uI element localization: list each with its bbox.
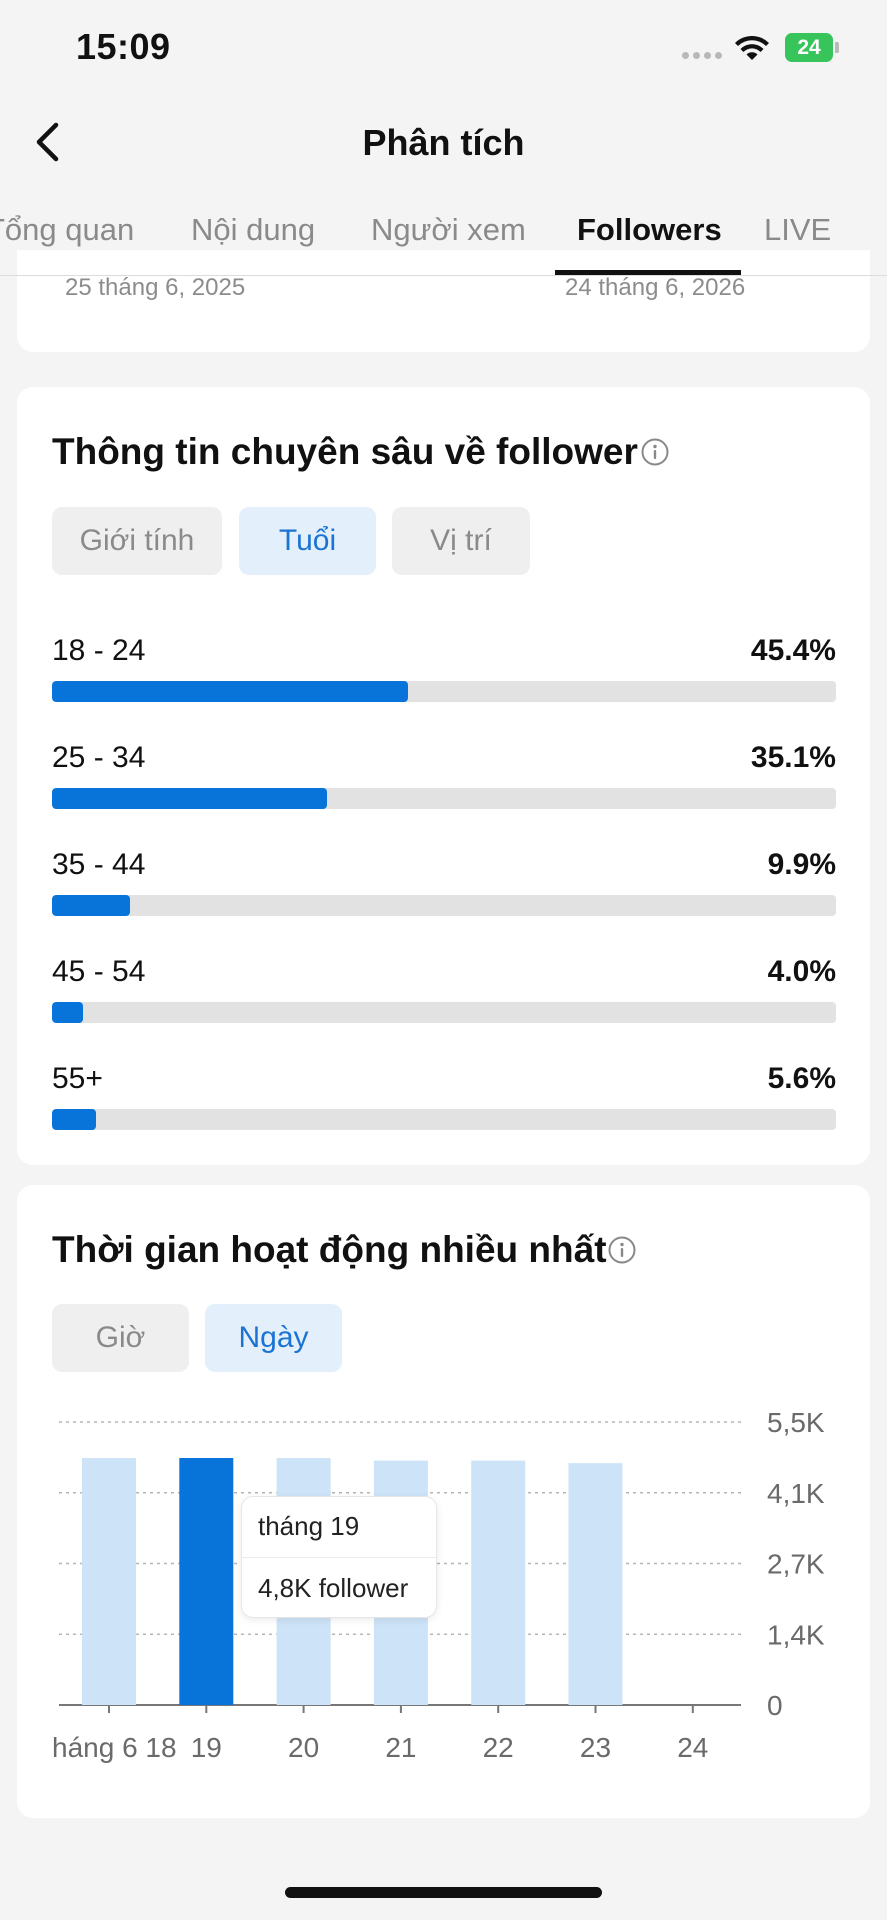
x-tick-label: háng 6 18: [52, 1732, 177, 1763]
age-bar-fill: [52, 1109, 96, 1130]
x-tick-label: 20: [288, 1732, 319, 1763]
age-bar-fill: [52, 681, 408, 702]
chart-bar: [471, 1460, 526, 1705]
age-row-35-44: 35 - 44 9.9%: [52, 848, 836, 928]
age-row-45-54: 45 - 54 4.0%: [52, 955, 836, 1035]
y-tick-label: 5,5K: [767, 1407, 825, 1438]
age-bar-fill: [52, 1002, 84, 1023]
age-label: 55+: [52, 1062, 103, 1095]
status-time: 15:09: [76, 26, 171, 67]
filter-location[interactable]: Vị trí: [392, 507, 530, 575]
age-label: 35 - 44: [52, 848, 146, 881]
age-label: 25 - 34: [52, 741, 146, 774]
age-percent: 4.0%: [767, 955, 836, 988]
x-tick-label: 21: [385, 1732, 416, 1763]
tab-live[interactable]: LIVE: [764, 212, 831, 248]
age-bar-track: [52, 895, 836, 916]
age-bar-track: [52, 681, 836, 702]
date-range-end: 24 tháng 6, 2026: [565, 274, 746, 301]
cellular-signal-icon: [682, 52, 722, 59]
tab-overview[interactable]: Tổng quan: [0, 212, 134, 248]
page-title: Phân tích: [362, 122, 525, 163]
follower-insights-title: Thông tin chuyên sâu về follower: [52, 431, 638, 472]
chart-tooltip: tháng 19 4,8K follower: [241, 1496, 437, 1618]
age-percent: 5.6%: [767, 1062, 836, 1095]
chart-bar: [82, 1458, 136, 1705]
y-tick-label: 0: [767, 1690, 783, 1721]
age-bar-fill: [52, 788, 328, 809]
home-indicator: [285, 1887, 602, 1898]
x-tick-label: 19: [191, 1732, 222, 1763]
age-bar-track: [52, 1109, 836, 1130]
age-percent: 35.1%: [750, 741, 836, 774]
battery-level: 24: [797, 36, 821, 59]
y-tick-label: 4,1K: [767, 1478, 825, 1509]
tooltip-divider: [242, 1557, 436, 1558]
follower-insights-card: Thông tin chuyên sâu về follower Giới tí…: [17, 387, 870, 1165]
date-range-start: 25 tháng 6, 2025: [65, 274, 246, 301]
filter-age[interactable]: Tuổi: [239, 507, 376, 575]
most-active-times-card: Thời gian hoạt động nhiều nhất Giờ Ngày …: [17, 1185, 870, 1818]
tooltip-value: 4,8K follower: [258, 1573, 409, 1603]
age-bar-track: [52, 1002, 836, 1023]
x-tick-label: 23: [580, 1732, 611, 1763]
tab-content[interactable]: Nội dung: [191, 212, 315, 248]
chart-bar: [568, 1463, 623, 1705]
filter-gender[interactable]: Giới tính: [52, 507, 222, 575]
x-tick-label: 24: [677, 1732, 708, 1763]
age-row-25-34: 25 - 34 35.1%: [52, 741, 836, 821]
x-tick-label: 22: [483, 1732, 514, 1763]
y-tick-label: 2,7K: [767, 1549, 825, 1580]
wifi-icon: [735, 35, 769, 60]
age-percent: 9.9%: [767, 848, 836, 881]
nav-header: Phân tích: [0, 100, 887, 190]
battery-icon: 24: [785, 33, 839, 62]
age-label: 18 - 24: [52, 634, 146, 667]
active-tab-indicator: [555, 270, 741, 275]
age-bar-fill: [52, 895, 130, 916]
analytics-tabs: Tổng quan Nội dung Người xem Followers L…: [0, 200, 887, 276]
info-icon[interactable]: [640, 437, 670, 467]
age-bar-track: [52, 788, 836, 809]
activity-bar-chart: 0 1,4K 2,7K 4,1K 5,5K háng 6 18 19 20 21 22 23 24: [52, 1407, 825, 1763]
age-row-18-24: 18 - 24 45.4%: [52, 634, 836, 714]
tooltip-title: tháng 19: [258, 1511, 360, 1541]
tab-followers[interactable]: Followers: [577, 212, 722, 248]
age-row-55-plus: 55+ 5.6%: [52, 1062, 836, 1142]
age-percent: 45.4%: [750, 634, 836, 667]
chart-bar: [179, 1458, 234, 1705]
y-tick-label: 1,4K: [767, 1619, 825, 1650]
age-label: 45 - 54: [52, 955, 146, 988]
tab-viewers[interactable]: Người xem: [371, 212, 526, 248]
status-bar: 15:09 24: [0, 0, 887, 100]
